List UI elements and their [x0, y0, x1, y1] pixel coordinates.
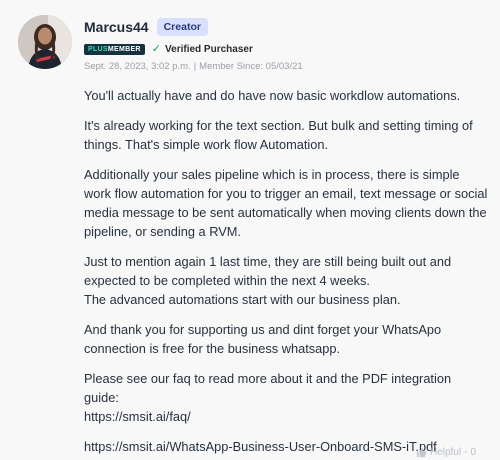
avatar[interactable]: [18, 15, 72, 69]
verified-purchaser: ✓ Verified Purchaser: [151, 42, 253, 55]
paragraph-4: Just to mention again 1 last time, they …: [84, 252, 488, 309]
paragraph-4-line-2: The advanced automations start with our …: [84, 292, 401, 307]
helpful-count: 0: [470, 447, 476, 458]
paragraph-3: Additionally your sales pipeline which i…: [84, 167, 488, 239]
creator-badge: Creator: [156, 18, 208, 36]
paragraph-2: It's already working for the text sectio…: [84, 118, 473, 152]
plus-member-badge: PLUSMEMBER: [84, 43, 145, 55]
meta-separator: |: [193, 61, 197, 72]
paragraph-5: And thank you for supporting us and dint…: [84, 322, 442, 356]
faq-link[interactable]: https://smsit.ai/faq/: [84, 409, 191, 424]
member-since: Member Since: 05/03/21: [199, 61, 303, 72]
helpful-separator: -: [464, 447, 468, 458]
avatar-image: [18, 15, 72, 69]
comment-header: Marcus44 Creator PLUSMEMBER ✓ Verified P…: [84, 16, 490, 72]
comment-body: You'll actually have and do have now bas…: [84, 86, 488, 460]
badge-row: PLUSMEMBER ✓ Verified Purchaser: [84, 42, 490, 56]
thumbs-up-icon: [416, 447, 427, 458]
helpful-label: Helpful: [429, 447, 462, 458]
paragraph-6-text: Please see our faq to read more about it…: [84, 371, 452, 405]
post-date: Sept. 28, 2023, 3:02 p.m.: [84, 61, 191, 72]
name-row: Marcus44 Creator: [84, 16, 490, 38]
paragraph-1: You'll actually have and do have now bas…: [84, 88, 461, 103]
check-icon: ✓: [151, 42, 162, 55]
post-meta: Sept. 28, 2023, 3:02 p.m. | Member Since: …: [84, 61, 490, 72]
comment-card: Marcus44 Creator PLUSMEMBER ✓ Verified P…: [0, 0, 500, 460]
helpful-button[interactable]: Helpful - 0: [416, 447, 476, 458]
username[interactable]: Marcus44: [84, 19, 149, 35]
plus-badge-prefix: PLUS: [88, 45, 108, 53]
paragraph-6: Please see our faq to read more about it…: [84, 369, 488, 426]
paragraph-4-line-1: Just to mention again 1 last time, they …: [84, 254, 452, 288]
verified-label: Verified Purchaser: [165, 43, 253, 55]
plus-badge-suffix: MEMBER: [107, 45, 141, 53]
